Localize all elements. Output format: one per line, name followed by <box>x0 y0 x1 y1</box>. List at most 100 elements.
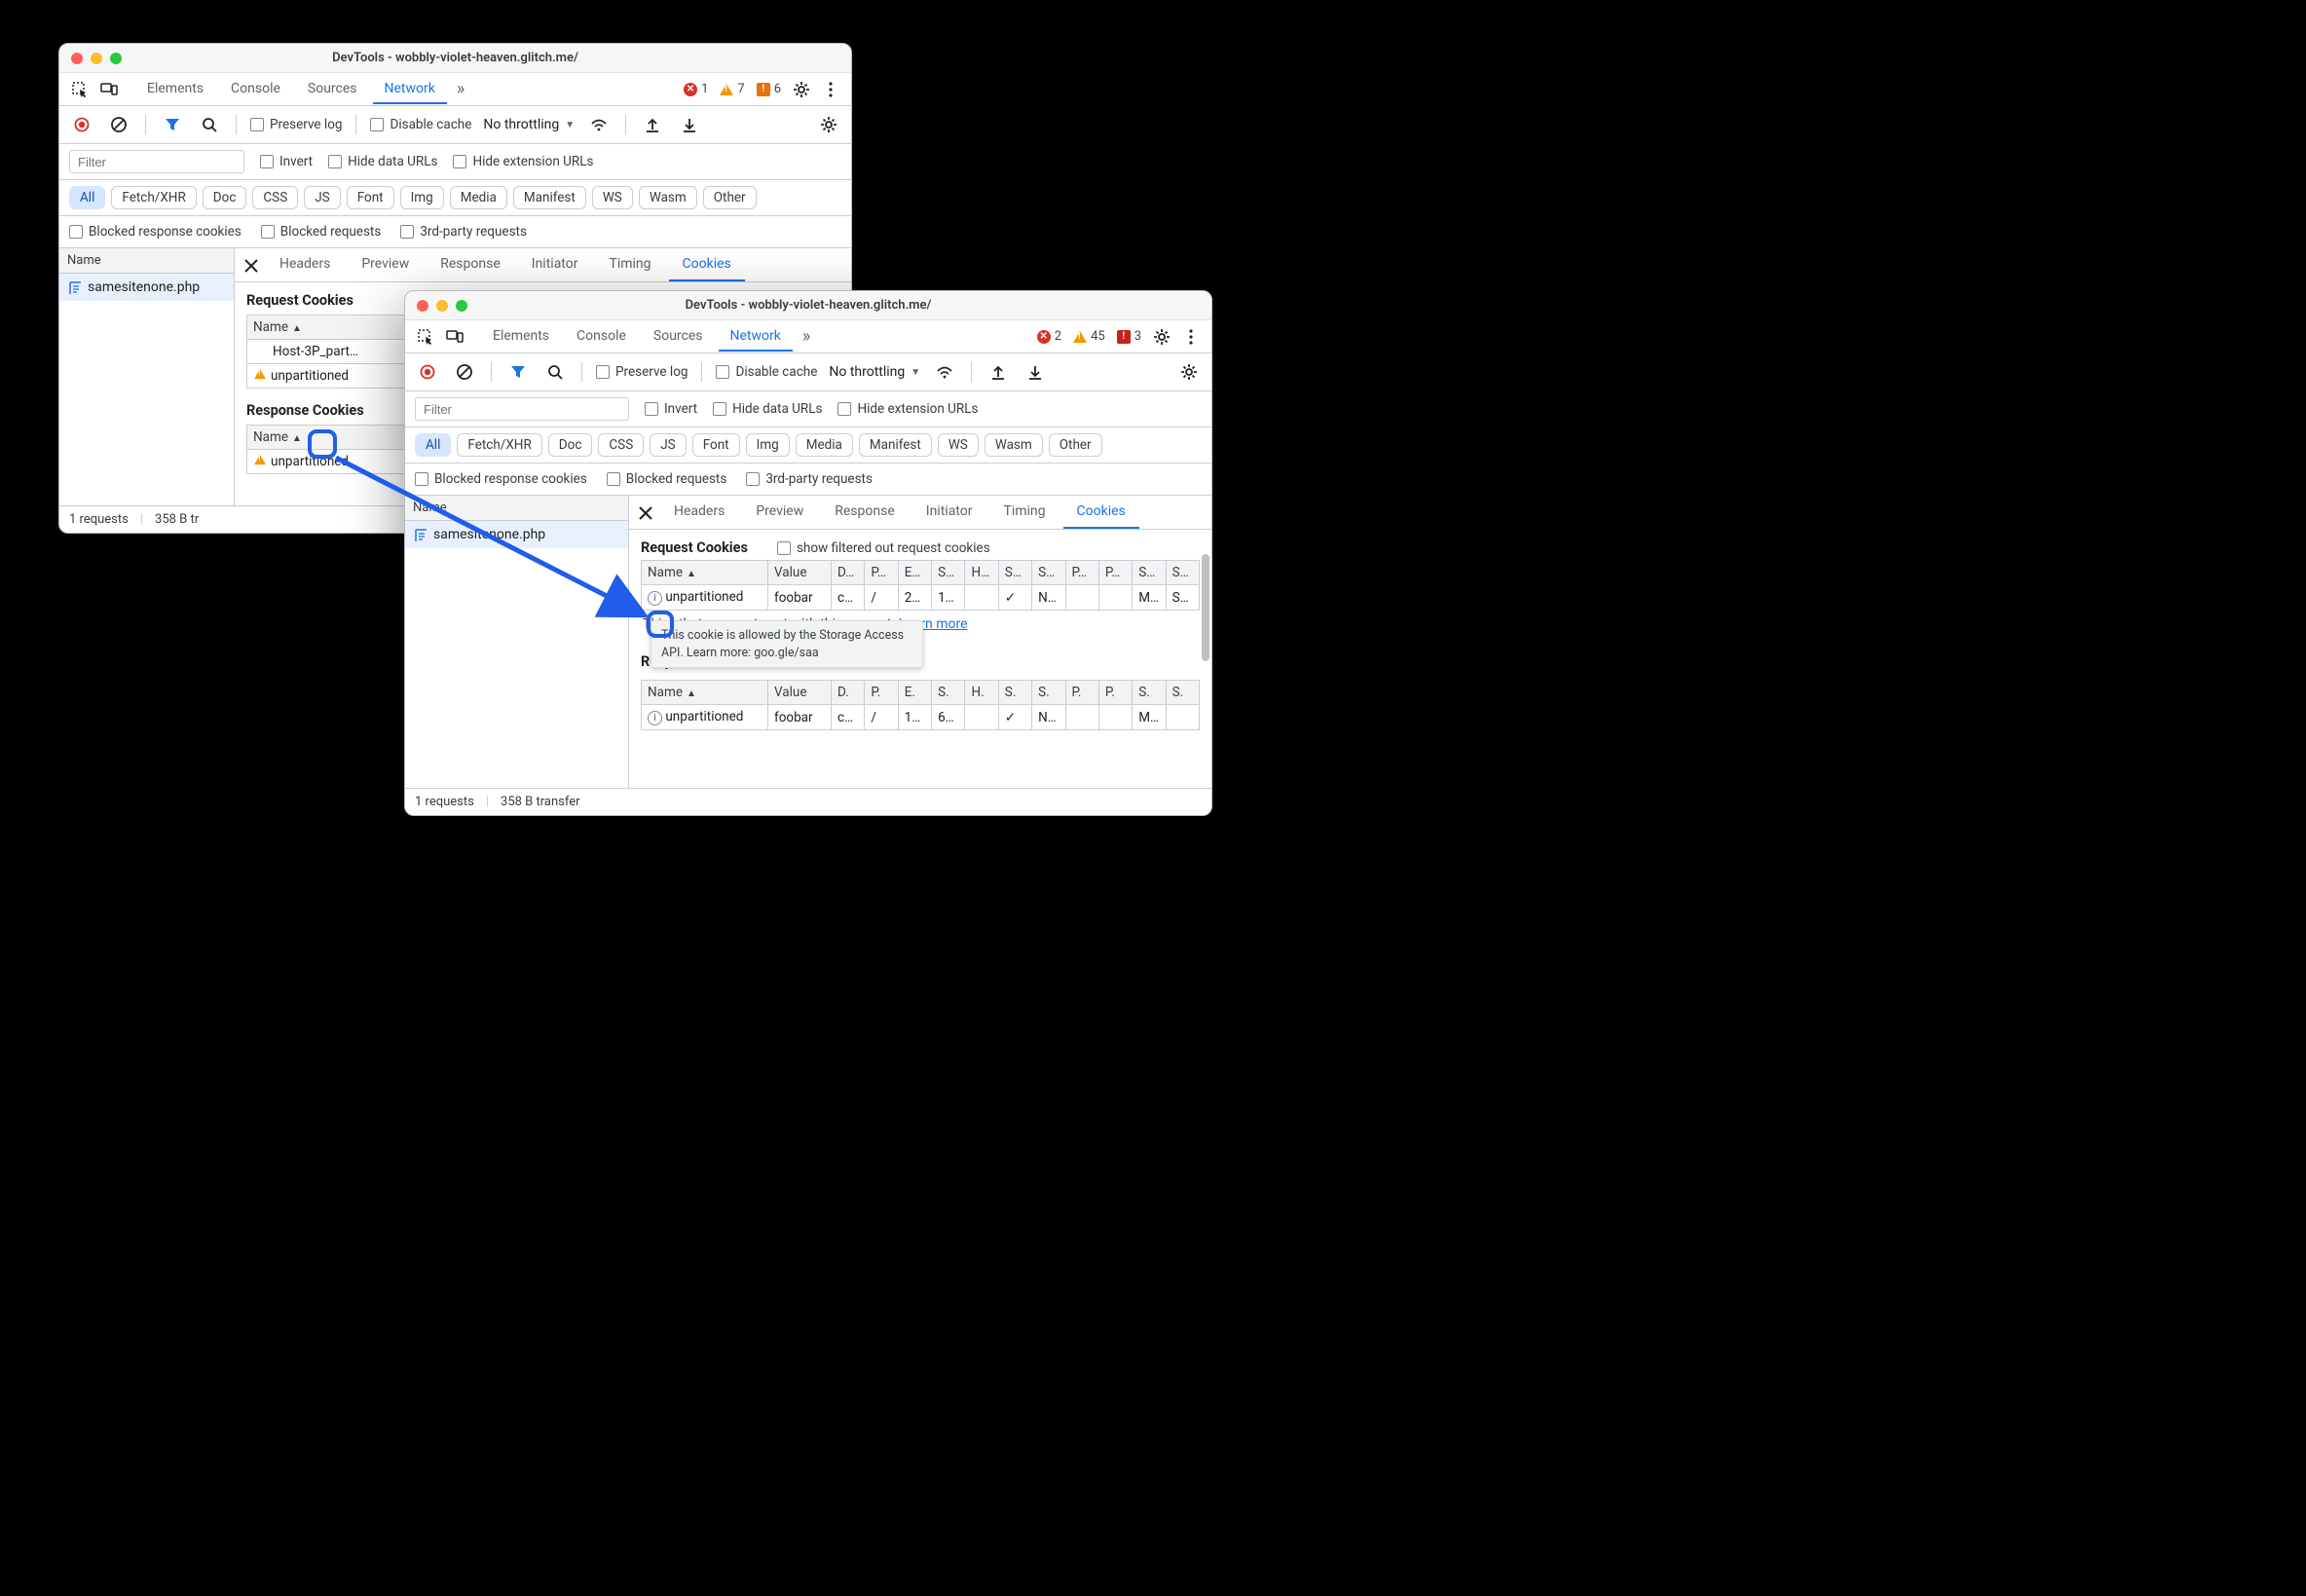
col-scheme[interactable]: S. <box>1133 681 1166 705</box>
dtab-initiator[interactable]: Initiator <box>518 248 592 281</box>
preserve-log-checkbox[interactable]: Preserve log <box>250 117 342 132</box>
filter-input[interactable] <box>69 150 244 173</box>
chip-js[interactable]: JS <box>650 433 686 457</box>
col-size[interactable]: S. <box>932 681 965 705</box>
tab-sources[interactable]: Sources <box>642 322 715 352</box>
col-size[interactable]: S… <box>932 561 965 585</box>
show-filtered-cookies-checkbox[interactable]: show filtered out request cookies <box>777 540 990 556</box>
close-details-icon[interactable] <box>239 253 262 277</box>
tab-console[interactable]: Console <box>219 75 292 104</box>
zoom-window-icon[interactable] <box>110 53 122 64</box>
col-partition[interactable]: P… <box>1065 561 1098 585</box>
offline-icon[interactable] <box>932 359 957 385</box>
col-partition[interactable]: P. <box>1065 681 1098 705</box>
minimize-window-icon[interactable] <box>436 300 448 312</box>
close-window-icon[interactable] <box>71 53 83 64</box>
chip-doc[interactable]: Doc <box>203 186 247 209</box>
dtab-cookies[interactable]: Cookies <box>1063 496 1139 529</box>
network-settings-icon[interactable] <box>816 112 841 137</box>
more-tabs-icon[interactable] <box>797 326 816 347</box>
network-settings-icon[interactable] <box>1176 359 1202 385</box>
hide-extension-urls-checkbox[interactable]: Hide extension URLs <box>837 401 978 417</box>
warning-counter[interactable]: 7 <box>720 82 744 96</box>
chip-ws[interactable]: WS <box>592 186 633 209</box>
search-icon[interactable] <box>542 359 568 385</box>
chip-manifest[interactable]: Manifest <box>513 186 586 209</box>
dtab-preview[interactable]: Preview <box>348 248 423 281</box>
chip-fetch-xhr[interactable]: Fetch/XHR <box>457 433 541 457</box>
issues-counter[interactable]: !3 <box>1117 329 1141 344</box>
disable-cache-checkbox[interactable]: Disable cache <box>716 364 817 380</box>
blocked-response-cookies-checkbox[interactable]: Blocked response cookies <box>415 471 587 487</box>
chip-wasm[interactable]: Wasm <box>985 433 1043 457</box>
col-name[interactable]: Name <box>253 319 288 335</box>
chip-all[interactable]: All <box>69 186 105 209</box>
record-icon[interactable] <box>415 359 440 385</box>
clear-icon[interactable] <box>452 359 477 385</box>
col-name[interactable]: Name <box>253 429 288 445</box>
col-priority[interactable]: P… <box>1098 561 1132 585</box>
chip-font[interactable]: Font <box>692 433 740 457</box>
record-icon[interactable] <box>69 112 94 137</box>
col-name[interactable]: Name <box>648 685 683 700</box>
chip-js[interactable]: JS <box>304 186 340 209</box>
tab-network[interactable]: Network <box>373 75 447 104</box>
name-column-header[interactable]: Name <box>413 501 447 515</box>
request-row[interactable]: samesitenone.php <box>59 274 234 301</box>
hide-data-urls-checkbox[interactable]: Hide data URLs <box>328 154 437 169</box>
col-scheme[interactable]: S… <box>1133 561 1166 585</box>
disable-cache-checkbox[interactable]: Disable cache <box>370 117 471 132</box>
col-expires[interactable]: E… <box>898 561 931 585</box>
tab-console[interactable]: Console <box>565 322 638 352</box>
col-source[interactable]: S. <box>1166 681 1199 705</box>
col-domain[interactable]: D… <box>832 561 865 585</box>
settings-icon[interactable] <box>1149 324 1174 350</box>
titlebar[interactable]: DevTools - wobbly-violet-heaven.glitch.m… <box>405 291 1211 320</box>
chip-all[interactable]: All <box>415 433 451 457</box>
kebab-menu-icon[interactable] <box>1178 324 1204 350</box>
col-priority[interactable]: P. <box>1098 681 1132 705</box>
invert-checkbox[interactable]: Invert <box>645 401 697 417</box>
dtab-headers[interactable]: Headers <box>660 496 738 529</box>
chip-other[interactable]: Other <box>703 186 757 209</box>
filter-icon[interactable] <box>160 112 185 137</box>
inspect-icon[interactable] <box>67 77 93 102</box>
close-details-icon[interactable] <box>633 501 656 524</box>
dtab-timing[interactable]: Timing <box>989 496 1059 529</box>
col-source[interactable]: S… <box>1166 561 1199 585</box>
device-icon[interactable] <box>96 77 122 102</box>
chip-img[interactable]: Img <box>746 433 790 457</box>
blocked-requests-checkbox[interactable]: Blocked requests <box>261 224 382 240</box>
cookie-row[interactable]: i unpartitioned foobar c… / 2… 1… ✓ N… M… <box>642 585 1200 611</box>
chip-font[interactable]: Font <box>347 186 394 209</box>
invert-checkbox[interactable]: Invert <box>260 154 313 169</box>
dtab-timing[interactable]: Timing <box>595 248 664 281</box>
col-samesite[interactable]: S. <box>1032 681 1065 705</box>
col-secure[interactable]: S… <box>998 561 1031 585</box>
chip-css[interactable]: CSS <box>598 433 644 457</box>
download-har-icon[interactable] <box>1023 359 1048 385</box>
hide-data-urls-checkbox[interactable]: Hide data URLs <box>713 401 822 417</box>
col-samesite[interactable]: S… <box>1032 561 1065 585</box>
upload-har-icon[interactable] <box>986 359 1011 385</box>
col-httponly[interactable]: H… <box>965 561 998 585</box>
dtab-response[interactable]: Response <box>821 496 909 529</box>
chip-css[interactable]: CSS <box>252 186 298 209</box>
dtab-headers[interactable]: Headers <box>266 248 344 281</box>
offline-icon[interactable] <box>586 112 612 137</box>
name-column-header[interactable]: Name <box>67 253 101 268</box>
chip-media[interactable]: Media <box>450 186 507 209</box>
chip-manifest[interactable]: Manifest <box>859 433 932 457</box>
scrollbar[interactable] <box>1202 554 1209 749</box>
dtab-cookies[interactable]: Cookies <box>669 248 745 281</box>
throttling-select[interactable]: No throttling▼ <box>829 364 920 380</box>
hide-extension-urls-checkbox[interactable]: Hide extension URLs <box>453 154 593 169</box>
filter-icon[interactable] <box>505 359 531 385</box>
tab-sources[interactable]: Sources <box>296 75 369 104</box>
tab-network[interactable]: Network <box>719 322 793 352</box>
titlebar[interactable]: DevTools - wobbly-violet-heaven.glitch.m… <box>59 44 851 73</box>
col-httponly[interactable]: H. <box>965 681 998 705</box>
kebab-menu-icon[interactable] <box>818 77 843 102</box>
chip-fetch-xhr[interactable]: Fetch/XHR <box>111 186 196 209</box>
cookie-row[interactable]: i unpartitioned foobar c… / 1… 6… ✓ N… M… <box>642 705 1200 730</box>
